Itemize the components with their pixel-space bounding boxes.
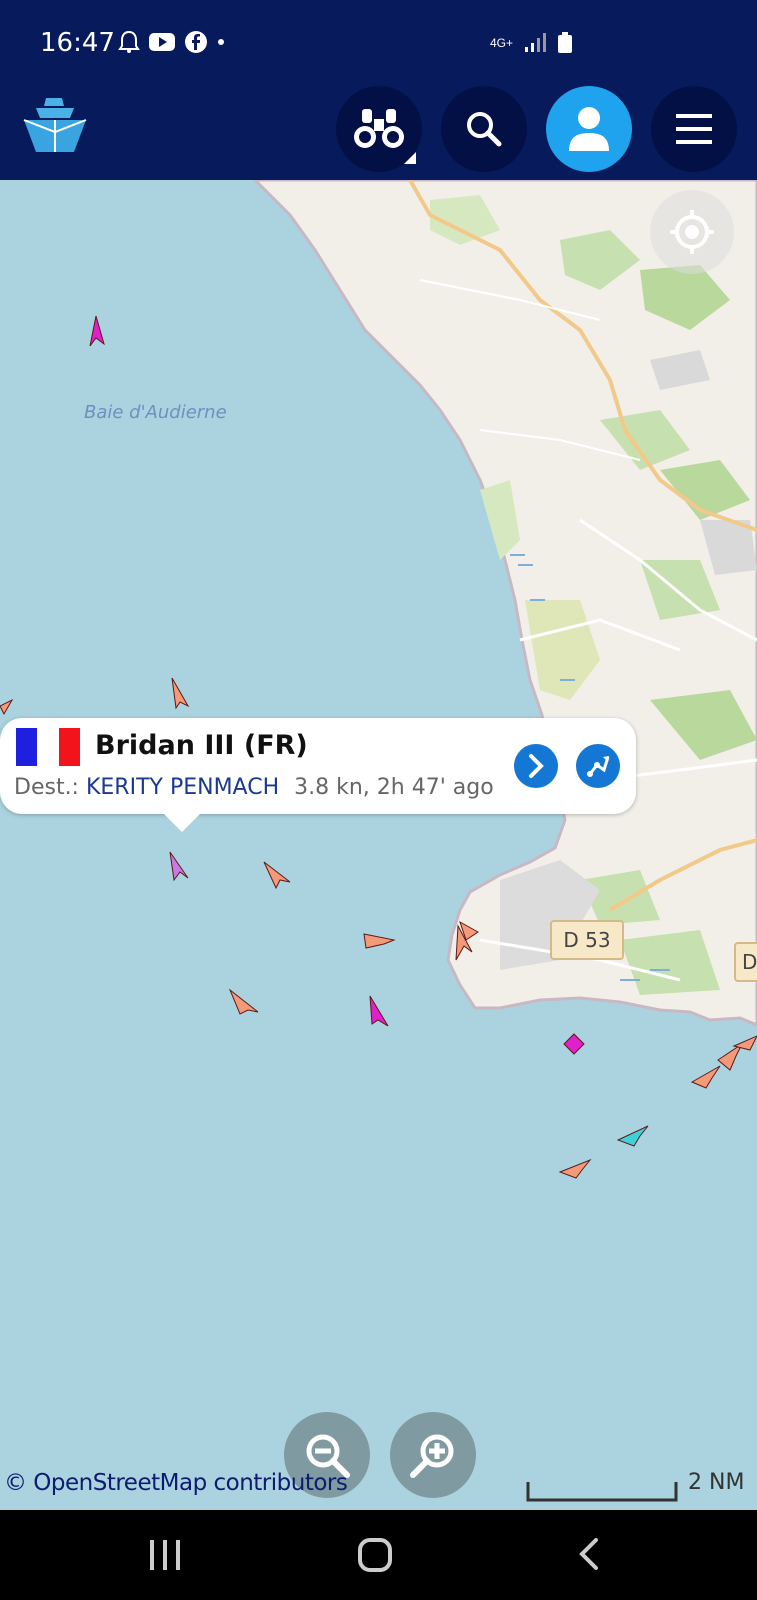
chevron-right-icon <box>529 754 544 778</box>
menu-button[interactable] <box>651 86 737 172</box>
system-status-icons: 4G+ <box>490 32 573 54</box>
vessel-details-button[interactable] <box>514 744 558 788</box>
user-icon <box>569 107 609 151</box>
back-icon[interactable] <box>578 1538 600 1570</box>
notification-icons <box>118 30 226 54</box>
place-label: Baie d'Audierne <box>84 402 227 423</box>
search-icon <box>467 112 502 147</box>
speed-time: 3.8 kn, 2h 47' ago <box>294 775 494 800</box>
vessel-popup[interactable]: Bridan III (FR) Dest.: KERITY PENMACH 3.… <box>0 718 636 814</box>
road-label-partial: D <box>734 942 757 982</box>
map-view[interactable]: Baie d'Audierne <box>0 180 757 1510</box>
map-canvas[interactable] <box>0 180 757 1510</box>
facebook-icon <box>185 31 207 53</box>
status-time: 16:47 <box>40 28 115 58</box>
zoom-in-icon <box>410 1434 454 1478</box>
destination: KERITY PENMACH <box>85 775 280 800</box>
recent-apps-icon[interactable] <box>148 1540 182 1570</box>
signal-icon <box>525 33 547 52</box>
search-button[interactable] <box>441 86 527 172</box>
youtube-icon <box>149 33 175 51</box>
ship-logo-icon[interactable] <box>22 96 88 156</box>
road-label: D 53 <box>550 920 624 960</box>
menu-icon <box>676 114 712 144</box>
dot-icon <box>218 39 224 45</box>
crosshair-icon <box>670 210 714 254</box>
vessel-details: Dest.: KERITY PENMACH 3.8 kn, 2h 47' ago <box>14 775 494 800</box>
network-type: 4G+ <box>490 36 514 50</box>
scale-label: 2 NM <box>688 1470 745 1495</box>
map-attribution[interactable]: © OpenStreetMap contributors <box>4 1470 348 1496</box>
home-icon[interactable] <box>358 1538 392 1572</box>
binoculars-button[interactable] <box>336 86 422 172</box>
vessel-name[interactable]: Bridan III (FR) <box>95 730 308 761</box>
popup-pointer <box>164 814 200 832</box>
france-flag-icon <box>16 728 80 766</box>
dest-prefix: Dest.: <box>14 775 79 800</box>
status-bar: 16:47 4G+ <box>0 0 757 74</box>
zoom-in-button[interactable] <box>390 1412 476 1498</box>
account-button[interactable] <box>546 86 632 172</box>
locate-me-button[interactable] <box>650 190 734 274</box>
route-icon <box>587 756 610 777</box>
alarm-bell-icon <box>118 30 140 53</box>
vessel-route-button[interactable] <box>576 744 620 788</box>
system-nav-bar <box>0 1510 757 1600</box>
dropdown-corner-icon <box>404 152 416 164</box>
battery-icon <box>558 32 573 53</box>
binoculars-icon <box>354 109 404 148</box>
app-bar <box>0 74 757 180</box>
